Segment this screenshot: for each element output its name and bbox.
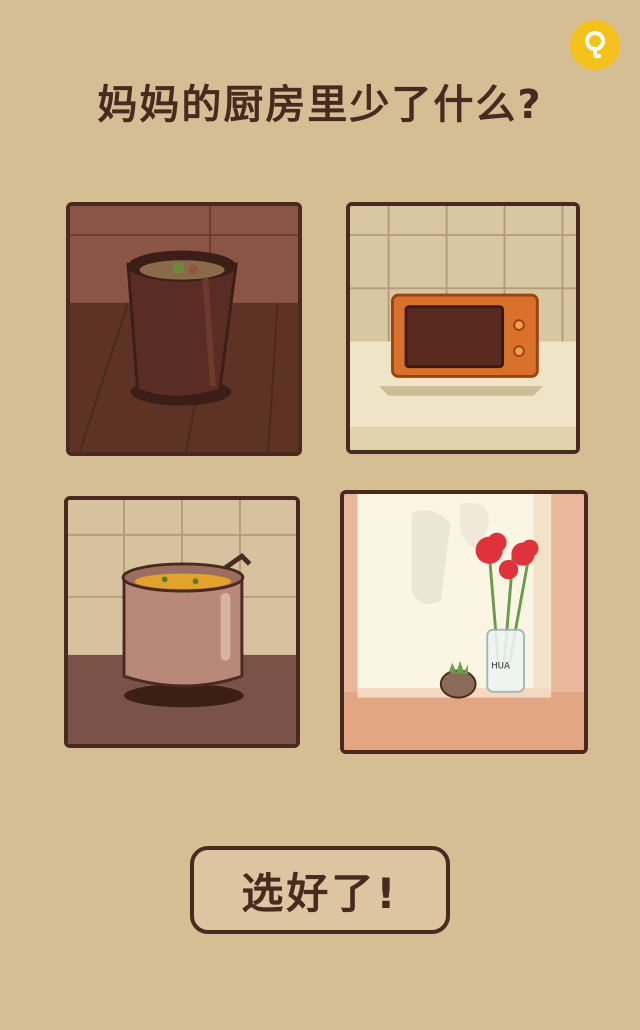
option-flowers-windowsill[interactable]: HUA <box>340 490 588 754</box>
question-title: 妈妈的厨房里少了什么? <box>97 82 543 128</box>
flowers-illustration: HUA <box>344 494 584 750</box>
cooking-pot-illustration <box>68 500 296 744</box>
option-microwave[interactable] <box>346 202 580 454</box>
lightbulb-icon <box>585 31 605 59</box>
trash-can-illustration <box>70 206 298 452</box>
hint-button[interactable] <box>570 20 620 70</box>
option-trash-can[interactable] <box>66 202 302 456</box>
confirm-button[interactable]: 选好了! <box>190 846 450 934</box>
option-cooking-pot[interactable] <box>64 496 300 748</box>
vase-label: HUA <box>491 662 510 672</box>
microwave-illustration <box>350 206 576 450</box>
